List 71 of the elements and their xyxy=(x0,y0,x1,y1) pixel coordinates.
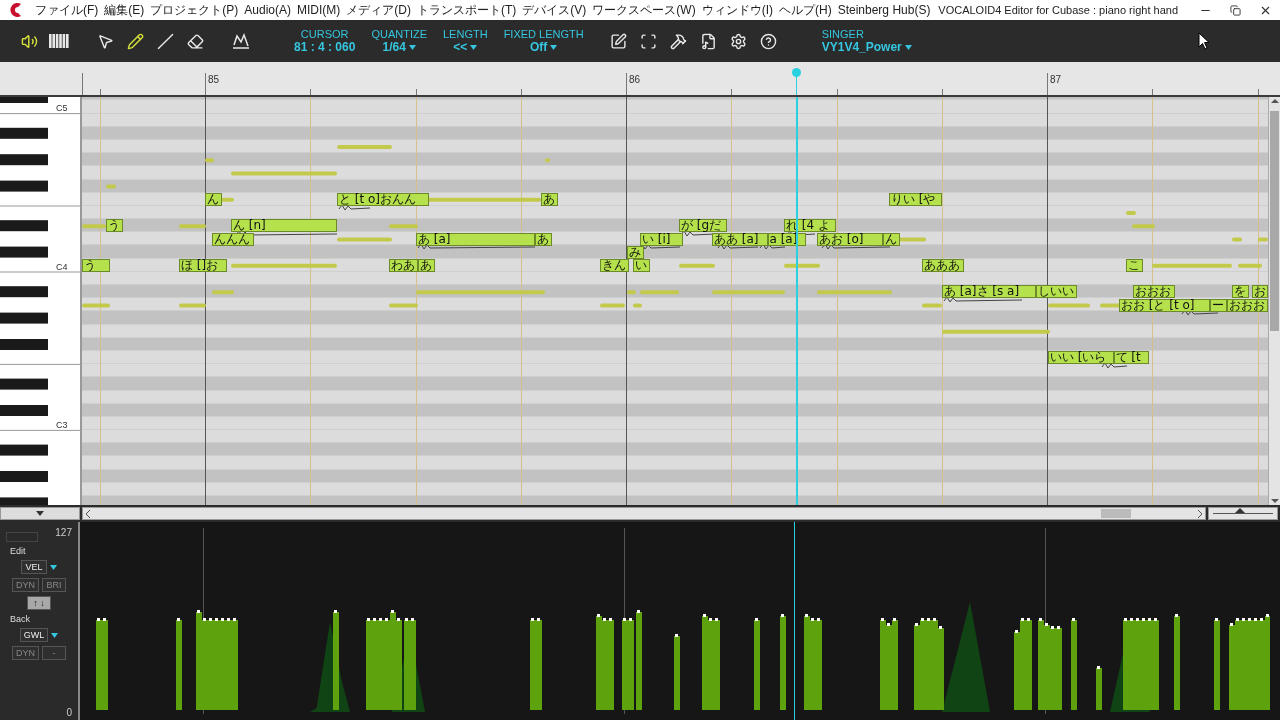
score-icon xyxy=(700,32,718,50)
horizontal-scrollbar[interactable] xyxy=(82,507,1206,520)
scrollbar-thumb[interactable] xyxy=(1101,509,1131,518)
arrow-icon xyxy=(96,32,114,50)
field-label: QUANTIZE xyxy=(371,28,427,40)
caret-icon xyxy=(51,632,59,638)
scroll-left-icon[interactable] xyxy=(85,509,91,518)
caret-icon xyxy=(904,44,912,50)
empty-field[interactable] xyxy=(6,532,38,542)
help-icon xyxy=(760,32,778,50)
note[interactable]: れ [4 よ xyxy=(784,219,836,233)
menu-item[interactable]: メディア(D) xyxy=(343,1,414,19)
eraser-icon xyxy=(186,32,204,50)
menu-item[interactable]: ヘルプ(H) xyxy=(776,1,835,19)
caret-icon xyxy=(408,44,416,50)
pencil-icon xyxy=(126,32,144,50)
menu-item[interactable]: 編集(E) xyxy=(101,1,148,19)
key-label: C4 xyxy=(56,261,68,272)
mouse-cursor-icon xyxy=(1198,32,1210,50)
field-value[interactable]: 1/64 xyxy=(382,40,416,54)
bar-number: 87 xyxy=(1050,74,1062,85)
menu-item[interactable]: プロジェクト(P) xyxy=(147,1,242,19)
field-value[interactable]: 81 : 4 : 060 xyxy=(294,40,356,54)
axis-max-label: 127 xyxy=(55,527,72,538)
settings-icon xyxy=(730,32,748,50)
menu-item[interactable]: ワークスペース(W) xyxy=(589,1,699,19)
field-value[interactable]: VY1V4_Power xyxy=(821,40,912,54)
field-label: LENGTH xyxy=(443,28,488,40)
key-label: C5 xyxy=(56,103,68,114)
menu-item[interactable]: Audio(A) xyxy=(241,3,294,17)
slider-thumb[interactable] xyxy=(1235,508,1245,513)
field-value[interactable]: << xyxy=(453,40,478,54)
menu-item[interactable]: ファイル(F) xyxy=(32,1,102,19)
caret-icon xyxy=(36,511,44,516)
field-label: FIXED LENGTH xyxy=(503,28,584,40)
menu-item[interactable]: デバイス(V) xyxy=(519,1,590,19)
parameter-dropdown[interactable]: GWL xyxy=(19,628,49,642)
curve-icon xyxy=(232,33,250,49)
swap-button[interactable]: ↑ ↓ xyxy=(27,596,51,610)
caret-icon xyxy=(550,44,558,50)
window-title: VOCALOID4 Editor for Cubase : piano right hand xyxy=(938,4,1178,16)
edit-icon xyxy=(610,32,628,50)
menu-item[interactable]: MIDI(M) xyxy=(294,3,344,17)
field-value[interactable]: Off xyxy=(530,40,558,54)
timeline-ruler[interactable]: 85 86 87 xyxy=(0,62,1280,97)
bar-number: 85 xyxy=(208,74,220,85)
restore-icon[interactable] xyxy=(1229,4,1241,16)
caret-icon xyxy=(470,44,478,50)
menu-item[interactable]: Steinberg Hub(S) xyxy=(834,3,934,17)
panel-label: Edit xyxy=(10,546,26,556)
caret-icon xyxy=(49,564,57,570)
panel-label: Back xyxy=(10,614,30,624)
line-icon xyxy=(156,32,174,50)
hammer-icon xyxy=(670,32,688,50)
playhead-marker[interactable] xyxy=(792,68,801,95)
menu-item[interactable]: ウィンドウ(I) xyxy=(698,1,776,19)
axis-min-label: 0 xyxy=(66,707,72,718)
note[interactable]: う xyxy=(106,219,123,233)
field-label: CURSOR xyxy=(300,28,349,40)
scroll-right-icon[interactable] xyxy=(1197,509,1203,518)
field-label: SINGER xyxy=(821,28,864,40)
menu-item[interactable]: トランスポート(T) xyxy=(414,1,520,19)
speaker-icon xyxy=(20,32,38,50)
note[interactable]: が [gだ xyxy=(679,219,727,233)
note[interactable]: ん [n] xyxy=(231,219,337,233)
fit-icon xyxy=(640,32,658,50)
scrollbar-thumb[interactable] xyxy=(1270,111,1279,331)
parameter-dropdown[interactable]: VEL xyxy=(21,560,47,574)
keyboard-icon xyxy=(49,33,69,49)
key-label: C3 xyxy=(56,420,68,431)
bar-number: 86 xyxy=(629,74,641,85)
